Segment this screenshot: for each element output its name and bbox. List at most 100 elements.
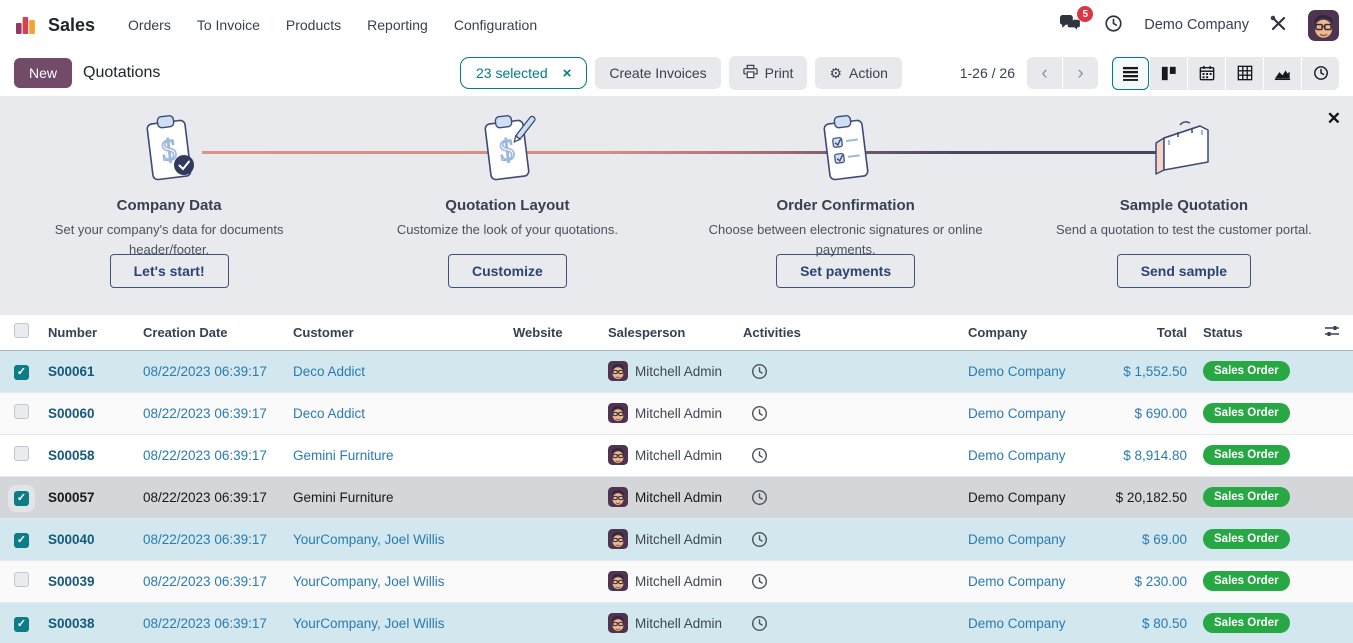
main-menu: Orders To Invoice Products Reporting Con… xyxy=(117,10,548,40)
activity-clock-icon[interactable] xyxy=(743,489,952,506)
table-header-row: Number Creation Date Customer Website Sa… xyxy=(0,315,1353,350)
col-status[interactable]: Status xyxy=(1195,315,1307,350)
order-number: S00040 xyxy=(48,532,95,547)
print-button[interactable]: Print xyxy=(729,56,808,90)
pager-previous-icon[interactable]: ‹ xyxy=(1027,57,1062,89)
activity-clock-icon[interactable] xyxy=(743,363,952,380)
salesperson-name: Mitchell Admin xyxy=(635,406,722,421)
order-total: $ 80.50 xyxy=(1142,616,1187,631)
table-row[interactable]: S00060 08/22/2023 06:39:17 Deco Addict M… xyxy=(0,392,1353,434)
col-total[interactable]: Total xyxy=(1105,315,1195,350)
salesperson-name: Mitchell Admin xyxy=(635,532,722,547)
lets-start-button[interactable]: Let's start! xyxy=(110,254,229,288)
customize-button[interactable]: Customize xyxy=(448,254,567,288)
tools-button[interactable] xyxy=(1269,14,1288,36)
set-payments-button[interactable]: Set payments xyxy=(776,254,915,288)
customer-name: YourCompany, Joel Willis xyxy=(293,574,445,589)
pager-next-icon[interactable]: › xyxy=(1063,57,1098,89)
menu-products[interactable]: Products xyxy=(275,10,352,40)
kanban-view-icon[interactable] xyxy=(1150,57,1187,90)
clipboard-list-icon xyxy=(810,112,882,188)
order-number: S00061 xyxy=(48,364,95,379)
creation-date: 08/22/2023 06:39:17 xyxy=(143,406,267,421)
app-name[interactable]: Sales xyxy=(48,15,95,36)
company-name: Demo Company xyxy=(968,406,1066,421)
messages-button[interactable]: 5 xyxy=(1058,13,1083,37)
col-customer[interactable]: Customer xyxy=(285,315,505,350)
company-name: Demo Company xyxy=(968,364,1066,379)
pivot-view-icon[interactable] xyxy=(1226,57,1263,90)
col-salesperson[interactable]: Salesperson xyxy=(600,315,735,350)
col-website[interactable]: Website xyxy=(505,315,600,350)
table-row[interactable]: S00040 08/22/2023 06:39:17 YourCompany, … xyxy=(0,518,1353,560)
row-checkbox[interactable] xyxy=(14,617,29,632)
quotations-list: Number Creation Date Customer Website Sa… xyxy=(0,315,1353,643)
create-invoices-button[interactable]: Create Invoices xyxy=(595,57,720,89)
send-sample-button[interactable]: Send sample xyxy=(1117,254,1251,288)
salesperson-name: Mitchell Admin xyxy=(635,616,722,631)
activity-clock-icon[interactable] xyxy=(743,447,952,464)
row-checkbox[interactable] xyxy=(14,404,29,419)
view-switcher xyxy=(1112,57,1339,90)
selection-count: 23 selected xyxy=(476,65,548,81)
messages-count-badge: 5 xyxy=(1077,6,1093,22)
creation-date: 08/22/2023 06:39:17 xyxy=(143,574,267,589)
activity-view-icon[interactable] xyxy=(1302,57,1339,90)
creation-date: 08/22/2023 06:39:17 xyxy=(143,364,267,379)
calendar-view-icon[interactable] xyxy=(1188,57,1225,90)
salesperson-avatar xyxy=(608,613,628,633)
optional-columns-icon[interactable] xyxy=(1324,326,1340,341)
menu-orders[interactable]: Orders xyxy=(117,10,182,40)
row-checkbox[interactable] xyxy=(14,491,29,506)
clipboard-pen-icon: $ xyxy=(471,112,543,188)
row-checkbox[interactable] xyxy=(14,365,29,380)
creation-date: 08/22/2023 06:39:17 xyxy=(143,490,267,505)
order-total: $ 1,552.50 xyxy=(1123,364,1187,379)
action-button[interactable]: ⚙ Action xyxy=(815,57,901,89)
onboarding-banner: ✕ $ Company Data Set your company's data… xyxy=(0,96,1353,315)
new-button[interactable]: New xyxy=(14,58,72,88)
table-row[interactable]: S00057 08/22/2023 06:39:17 Gemini Furnit… xyxy=(0,476,1353,518)
graph-view-icon[interactable] xyxy=(1264,57,1301,90)
select-all-checkbox[interactable] xyxy=(14,323,29,338)
col-activities[interactable]: Activities xyxy=(735,315,960,350)
table-row[interactable]: S00058 08/22/2023 06:39:17 Gemini Furnit… xyxy=(0,434,1353,476)
clear-selection-icon[interactable]: × xyxy=(563,66,572,81)
user-avatar[interactable] xyxy=(1308,10,1339,41)
status-badge: Sales Order xyxy=(1203,571,1290,591)
order-number: S00039 xyxy=(48,574,95,589)
onboarding-step-sample-quotation: Sample Quotation Send a quotation to tes… xyxy=(1015,96,1353,315)
menu-configuration[interactable]: Configuration xyxy=(443,10,548,40)
banner-close-icon[interactable]: ✕ xyxy=(1327,110,1341,127)
table-row[interactable]: S00038 08/22/2023 06:39:17 YourCompany, … xyxy=(0,602,1353,643)
salesperson-name: Mitchell Admin xyxy=(635,448,722,463)
status-badge: Sales Order xyxy=(1203,487,1290,507)
menu-to-invoice[interactable]: To Invoice xyxy=(186,10,271,40)
col-number[interactable]: Number xyxy=(40,315,135,350)
col-company[interactable]: Company xyxy=(960,315,1105,350)
list-view-icon[interactable] xyxy=(1112,57,1149,90)
company-name: Demo Company xyxy=(968,616,1066,631)
salesperson-avatar xyxy=(608,529,628,549)
activity-clock-icon[interactable] xyxy=(743,573,952,590)
printer-icon xyxy=(743,64,758,82)
activity-clock-icon[interactable] xyxy=(743,615,952,632)
table-row[interactable]: S00039 08/22/2023 06:39:17 YourCompany, … xyxy=(0,560,1353,602)
order-total: $ 8,914.80 xyxy=(1123,448,1187,463)
tools-icon xyxy=(1269,14,1288,36)
activity-clock-icon[interactable] xyxy=(743,531,952,548)
row-checkbox[interactable] xyxy=(14,533,29,548)
row-checkbox[interactable] xyxy=(14,572,29,587)
col-creation-date[interactable]: Creation Date xyxy=(135,315,285,350)
onboarding-step-order-confirmation: Order Confirmation Choose between electr… xyxy=(677,96,1015,315)
clipboard-check-icon: $ xyxy=(133,112,205,188)
customer-name: YourCompany, Joel Willis xyxy=(293,616,445,631)
activities-button[interactable] xyxy=(1103,13,1124,37)
sales-app-logo-icon[interactable] xyxy=(14,13,38,37)
company-switcher[interactable]: Demo Company xyxy=(1144,17,1249,33)
table-row[interactable]: S00061 08/22/2023 06:39:17 Deco Addict M… xyxy=(0,350,1353,392)
menu-reporting[interactable]: Reporting xyxy=(356,10,439,40)
activity-clock-icon[interactable] xyxy=(743,405,952,422)
row-checkbox[interactable] xyxy=(14,446,29,461)
status-badge: Sales Order xyxy=(1203,613,1290,633)
